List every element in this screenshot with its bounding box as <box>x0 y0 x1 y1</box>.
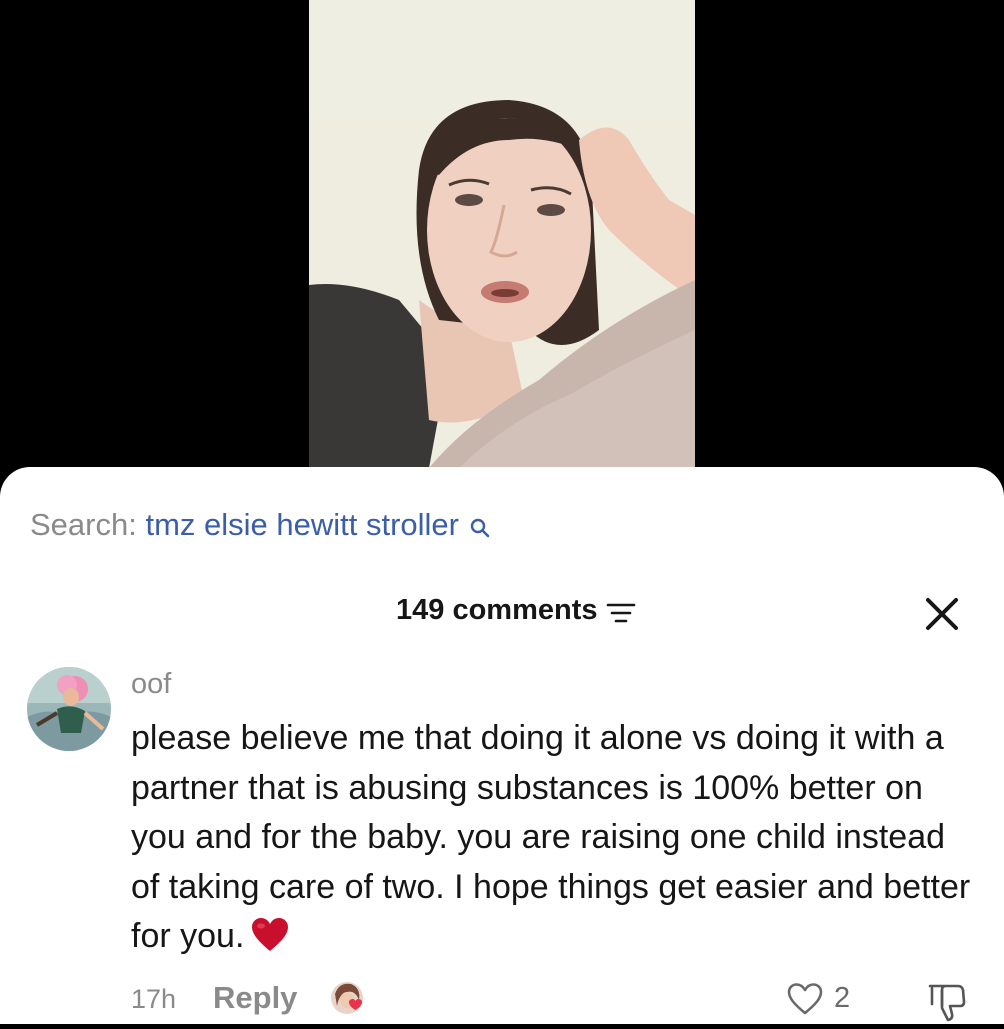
dislike-button[interactable] <box>922 980 970 1024</box>
like-button[interactable]: 2 <box>786 980 866 1020</box>
search-prefix: Search: <box>30 507 137 542</box>
video-player[interactable] <box>0 0 1004 500</box>
like-count: 2 <box>834 982 851 1014</box>
search-suggestion[interactable]: Search: tmz elsie hewitt stroller <box>30 505 490 548</box>
reply-button[interactable]: Reply <box>213 980 297 1016</box>
search-icon[interactable] <box>470 508 490 548</box>
search-query-link[interactable]: tmz elsie hewitt stroller <box>145 507 459 542</box>
avatar[interactable] <box>27 667 111 751</box>
heart-outline-icon <box>786 982 824 1021</box>
comment-username[interactable]: oof <box>131 668 171 701</box>
video-frame[interactable] <box>309 0 695 468</box>
filter-icon[interactable] <box>606 602 636 631</box>
creator-liked-badge <box>329 980 373 1020</box>
close-icon <box>926 598 958 630</box>
comment-body: please believe me that doing it alone vs… <box>131 714 981 968</box>
comment-actions: 17h Reply 2 <box>0 980 1004 1024</box>
comment-timestamp: 17h <box>131 984 177 1014</box>
video-still-image <box>309 0 695 468</box>
red-heart-emoji-icon <box>250 917 290 968</box>
comment-count: 149 comments <box>396 594 598 626</box>
thumbs-down-icon <box>928 984 966 1022</box>
close-button[interactable] <box>920 592 964 636</box>
comments-header: 149 comments <box>0 592 1004 636</box>
